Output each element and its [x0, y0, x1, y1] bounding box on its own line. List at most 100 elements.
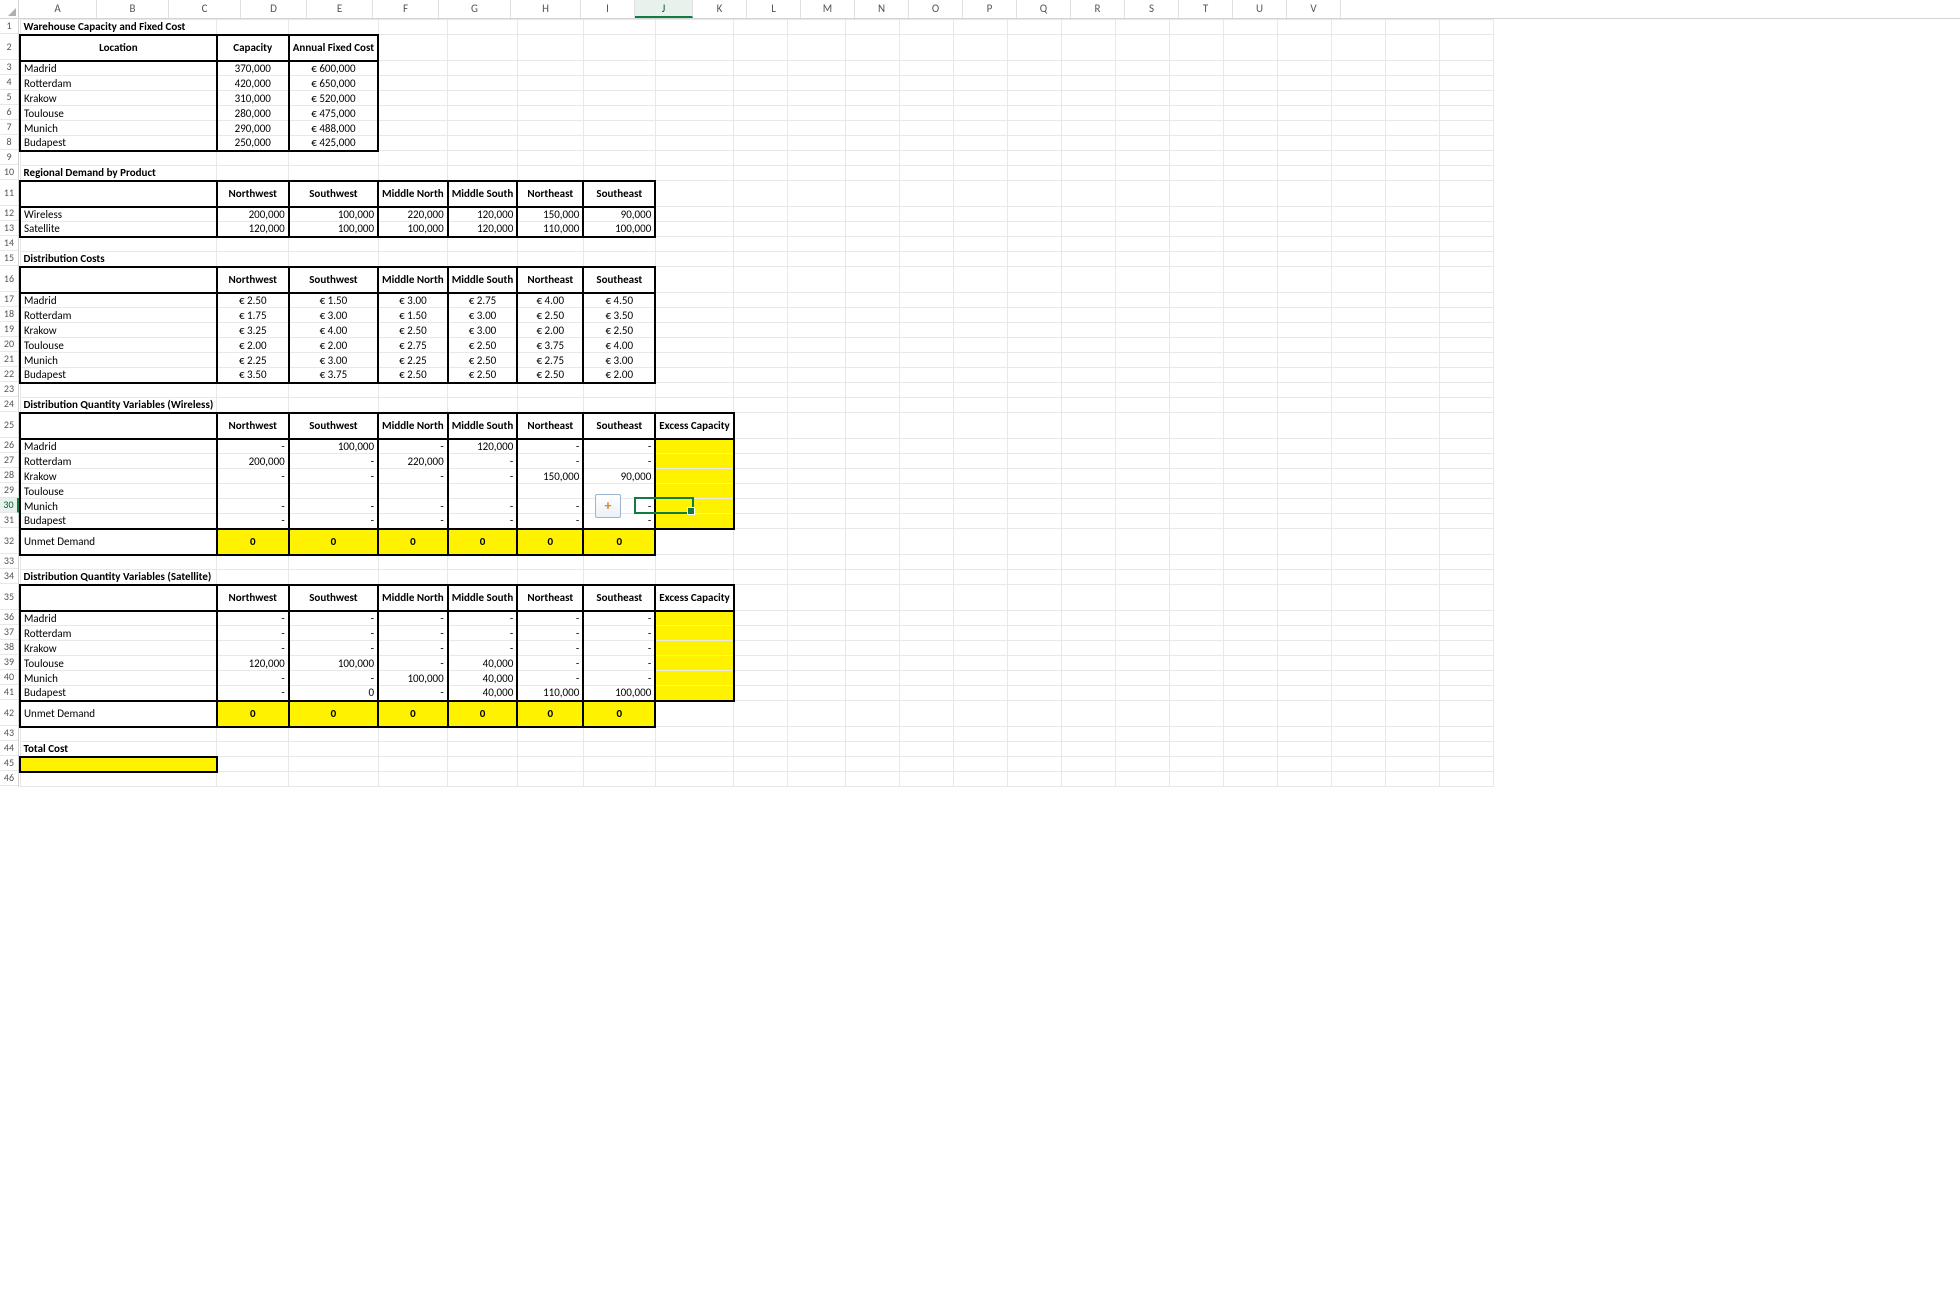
row-header-22[interactable]: 22: [0, 367, 18, 382]
cell-V9[interactable]: [1440, 151, 1494, 166]
cell-B26[interactable]: -: [217, 439, 289, 454]
cell-K16[interactable]: [846, 267, 900, 293]
cell-S2[interactable]: [1278, 35, 1332, 61]
cell-R6[interactable]: [1224, 106, 1278, 121]
cell-B24[interactable]: [217, 398, 289, 413]
cell-E25[interactable]: Middle South: [448, 413, 518, 439]
cell-B14[interactable]: [217, 237, 289, 252]
cell-B32[interactable]: 0: [217, 529, 289, 555]
cell-A27[interactable]: Rotterdam: [20, 454, 217, 469]
cell-E16[interactable]: Middle South: [448, 267, 518, 293]
row-header-46[interactable]: 46: [0, 771, 18, 786]
cell-J28[interactable]: [788, 469, 846, 484]
cell-R44[interactable]: [1224, 742, 1278, 757]
cell-H26[interactable]: [655, 439, 734, 454]
cell-L42[interactable]: [900, 701, 954, 727]
cell-B7[interactable]: 290,000: [217, 121, 289, 136]
cell-T9[interactable]: [1332, 151, 1386, 166]
cell-D7[interactable]: [378, 121, 448, 136]
cell-H44[interactable]: [655, 742, 734, 757]
cell-U43[interactable]: [1386, 727, 1440, 742]
cell-V18[interactable]: [1440, 308, 1494, 323]
cell-A15[interactable]: Distribution Costs: [20, 252, 217, 267]
row-header-20[interactable]: 20: [0, 337, 18, 352]
cell-U9[interactable]: [1386, 151, 1440, 166]
row-header-13[interactable]: 13: [0, 221, 18, 236]
cell-C5[interactable]: € 520,000: [289, 91, 378, 106]
cell-D17[interactable]: € 3.00: [378, 293, 448, 308]
cell-F27[interactable]: -: [517, 454, 583, 469]
cell-T23[interactable]: [1332, 383, 1386, 398]
cell-R9[interactable]: [1224, 151, 1278, 166]
cell-M8[interactable]: [954, 136, 1008, 151]
cell-Q22[interactable]: [1170, 368, 1224, 383]
cell-T34[interactable]: [1332, 570, 1386, 585]
cell-P18[interactable]: [1116, 308, 1170, 323]
cell-R36[interactable]: [1224, 611, 1278, 626]
cell-Q28[interactable]: [1170, 469, 1224, 484]
cell-B8[interactable]: 250,000: [217, 136, 289, 151]
cell-J4[interactable]: [788, 76, 846, 91]
cell-H8[interactable]: [655, 136, 734, 151]
cell-K25[interactable]: [846, 413, 900, 439]
cell-N1[interactable]: [1008, 20, 1062, 35]
cell-I6[interactable]: [734, 106, 788, 121]
cell-I12[interactable]: [734, 207, 788, 222]
cell-A38[interactable]: Krakow: [20, 641, 217, 656]
cell-L14[interactable]: [900, 237, 954, 252]
cell-D32[interactable]: 0: [378, 529, 448, 555]
row-header-28[interactable]: 28: [0, 468, 18, 483]
cell-G24[interactable]: [583, 398, 655, 413]
cell-O4[interactable]: [1062, 76, 1116, 91]
row-header-31[interactable]: 31: [0, 513, 18, 528]
cell-M43[interactable]: [954, 727, 1008, 742]
cell-L25[interactable]: [900, 413, 954, 439]
cell-U25[interactable]: [1386, 413, 1440, 439]
cell-V39[interactable]: [1440, 656, 1494, 671]
cell-F19[interactable]: € 2.00: [517, 323, 583, 338]
cell-F30[interactable]: -: [517, 499, 583, 514]
cell-G2[interactable]: [583, 35, 655, 61]
cell-O30[interactable]: [1062, 499, 1116, 514]
row-header-42[interactable]: 42: [0, 700, 18, 726]
cell-O20[interactable]: [1062, 338, 1116, 353]
cell-G40[interactable]: -: [583, 671, 655, 686]
cell-F31[interactable]: -: [517, 514, 583, 529]
cell-U5[interactable]: [1386, 91, 1440, 106]
cell-V23[interactable]: [1440, 383, 1494, 398]
cell-H46[interactable]: [655, 772, 734, 787]
cell-F39[interactable]: -: [517, 656, 583, 671]
cell-K24[interactable]: [846, 398, 900, 413]
cell-H21[interactable]: [655, 353, 734, 368]
col-header-M[interactable]: M: [801, 0, 855, 18]
cell-U36[interactable]: [1386, 611, 1440, 626]
cell-L37[interactable]: [900, 626, 954, 641]
col-header-S[interactable]: S: [1125, 0, 1179, 18]
cell-K38[interactable]: [846, 641, 900, 656]
cell-R22[interactable]: [1224, 368, 1278, 383]
cell-D22[interactable]: € 2.50: [378, 368, 448, 383]
cell-A12[interactable]: Wireless: [20, 207, 217, 222]
cell-P15[interactable]: [1116, 252, 1170, 267]
cell-E18[interactable]: € 3.00: [448, 308, 518, 323]
cell-K34[interactable]: [846, 570, 900, 585]
cell-Q33[interactable]: [1170, 555, 1224, 570]
cell-B33[interactable]: [217, 555, 289, 570]
cell-V15[interactable]: [1440, 252, 1494, 267]
cell-D31[interactable]: -: [378, 514, 448, 529]
cell-L12[interactable]: [900, 207, 954, 222]
cell-Q24[interactable]: [1170, 398, 1224, 413]
cell-V12[interactable]: [1440, 207, 1494, 222]
cell-T1[interactable]: [1332, 20, 1386, 35]
cell-M39[interactable]: [954, 656, 1008, 671]
cell-J42[interactable]: [788, 701, 846, 727]
col-header-F[interactable]: F: [373, 0, 439, 18]
cell-C42[interactable]: 0: [289, 701, 378, 727]
cell-B21[interactable]: € 2.25: [217, 353, 289, 368]
cell-K33[interactable]: [846, 555, 900, 570]
cell-T27[interactable]: [1332, 454, 1386, 469]
cell-M13[interactable]: [954, 222, 1008, 237]
cell-K3[interactable]: [846, 61, 900, 76]
cell-J7[interactable]: [788, 121, 846, 136]
cell-H31[interactable]: [655, 514, 734, 529]
